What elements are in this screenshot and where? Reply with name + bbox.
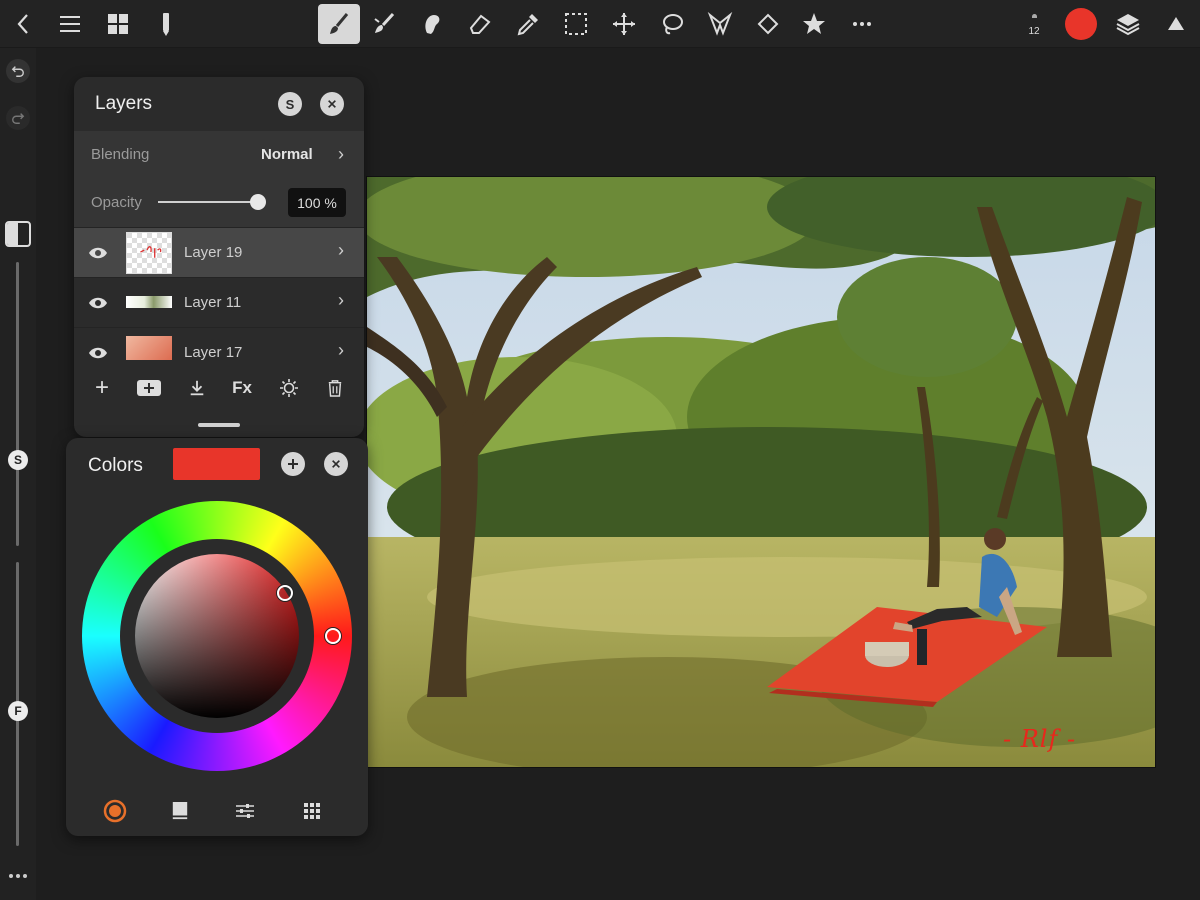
split-view-half [7, 223, 18, 245]
current-color-button[interactable] [1065, 8, 1097, 40]
layer-name: Layer 11 [184, 294, 242, 311]
layer-row-clip: Layer 17 › [74, 327, 364, 360]
move-tool-icon[interactable] [606, 6, 642, 42]
chevron-right-icon[interactable]: › [338, 290, 344, 311]
opacity-row: Opacity 100 % [74, 177, 364, 227]
brush-flow-slider-knob[interactable]: F [8, 701, 28, 721]
drawing-canvas[interactable]: - Rlf - [366, 176, 1156, 768]
visibility-eye-icon[interactable] [88, 293, 108, 313]
layer-row[interactable]: Layer 19 › [74, 227, 364, 277]
opacity-slider-knob[interactable] [250, 194, 266, 210]
split-view-icon[interactable] [5, 221, 31, 247]
saturation-picker-handle[interactable] [277, 585, 293, 601]
chevron-right-icon: › [338, 143, 344, 164]
layer-name: Layer 19 [184, 244, 243, 261]
layer-thumbnail [126, 232, 172, 274]
opacity-value-field[interactable]: 100 % [288, 188, 346, 217]
add-color-plus-icon[interactable] [281, 452, 305, 476]
landscape-painting [367, 177, 1155, 767]
fill-bucket-tool-icon[interactable] [750, 6, 786, 42]
layers-close-icon[interactable] [320, 92, 344, 116]
hue-picker-handle[interactable] [325, 628, 341, 644]
pixel-brush-tool-icon[interactable] [366, 6, 402, 42]
brush-size-indicator[interactable]: 12 [1020, 8, 1048, 44]
opacity-slider-track[interactable] [158, 201, 260, 203]
redo-icon[interactable] [6, 106, 30, 130]
lasso-tool-icon[interactable] [654, 6, 690, 42]
layer-name: Layer 17 [184, 344, 243, 360]
layer-adjustments-sun-icon[interactable] [274, 373, 304, 403]
merge-down-icon[interactable] [182, 373, 212, 403]
layers-toolbar: + Fx [74, 371, 364, 405]
brush-size-dot-icon [1031, 14, 1037, 18]
panel-resize-grip[interactable] [198, 423, 240, 427]
brush-size-slider-knob[interactable]: S [8, 450, 28, 470]
menu-icon[interactable] [52, 6, 88, 42]
paint-brush-tool-icon[interactable] [318, 4, 360, 44]
layers-stack-icon[interactable] [1110, 6, 1146, 42]
layers-panel-title: Layers [95, 93, 153, 114]
visibility-eye-icon[interactable] [88, 243, 108, 263]
visibility-eye-icon[interactable] [88, 343, 108, 360]
marquee-select-tool-icon[interactable] [558, 6, 594, 42]
colors-panel: Colors [66, 438, 368, 836]
color-swatches-mode-icon[interactable] [165, 796, 195, 826]
gallery-grid-icon[interactable] [100, 6, 136, 42]
blending-value: Normal [261, 145, 313, 163]
add-group-icon[interactable] [134, 373, 164, 403]
color-palette-grid-icon[interactable] [297, 796, 327, 826]
more-options-icon[interactable] [844, 6, 880, 42]
left-sidebar: S F [0, 48, 36, 900]
artist-signature: - Rlf - [1003, 725, 1077, 753]
colors-panel-title: Colors [88, 455, 143, 476]
layer-thumbnail [126, 296, 172, 308]
layer-thumbnail [126, 336, 172, 360]
layer-row[interactable]: Layer 17 › [74, 327, 364, 360]
layer-row[interactable]: Layer 11 › [74, 277, 364, 327]
add-layer-icon[interactable]: + [87, 373, 117, 403]
opacity-label: Opacity [91, 193, 142, 211]
eyedropper-tool-icon[interactable] [510, 6, 546, 42]
brush-size-slider-track[interactable] [16, 262, 19, 546]
color-wheel-mode-icon[interactable] [100, 796, 130, 826]
back-icon[interactable] [6, 6, 42, 42]
blending-label: Blending [91, 145, 150, 163]
layers-s-button[interactable]: S [278, 92, 302, 116]
color-sliders-mode-icon[interactable] [230, 796, 260, 826]
magic-wand-tool-icon[interactable] [702, 6, 738, 42]
delete-layer-trash-icon[interactable] [320, 373, 350, 403]
current-color-swatch[interactable] [173, 448, 260, 480]
pencil-settings-icon[interactable] [148, 6, 184, 42]
layers-panel: Layers S Blending Normal › Opacity 100 %… [74, 77, 364, 437]
top-toolbar: 12 [0, 0, 1200, 48]
saturation-value-disc[interactable] [135, 554, 299, 718]
brush-size-value: 12 [1028, 26, 1040, 37]
colors-close-icon[interactable] [324, 452, 348, 476]
eraser-tool-icon[interactable] [462, 6, 498, 42]
chevron-right-icon[interactable]: › [338, 340, 344, 360]
favorite-star-icon[interactable] [796, 6, 832, 42]
blending-row[interactable]: Blending Normal › [74, 129, 364, 179]
collapse-up-icon[interactable] [1158, 6, 1194, 42]
undo-icon[interactable] [6, 59, 30, 83]
sidebar-more-icon[interactable] [6, 866, 30, 886]
chevron-right-icon[interactable]: › [338, 240, 344, 261]
smudge-tool-icon[interactable] [414, 6, 450, 42]
layer-fx-button[interactable]: Fx [227, 373, 257, 403]
